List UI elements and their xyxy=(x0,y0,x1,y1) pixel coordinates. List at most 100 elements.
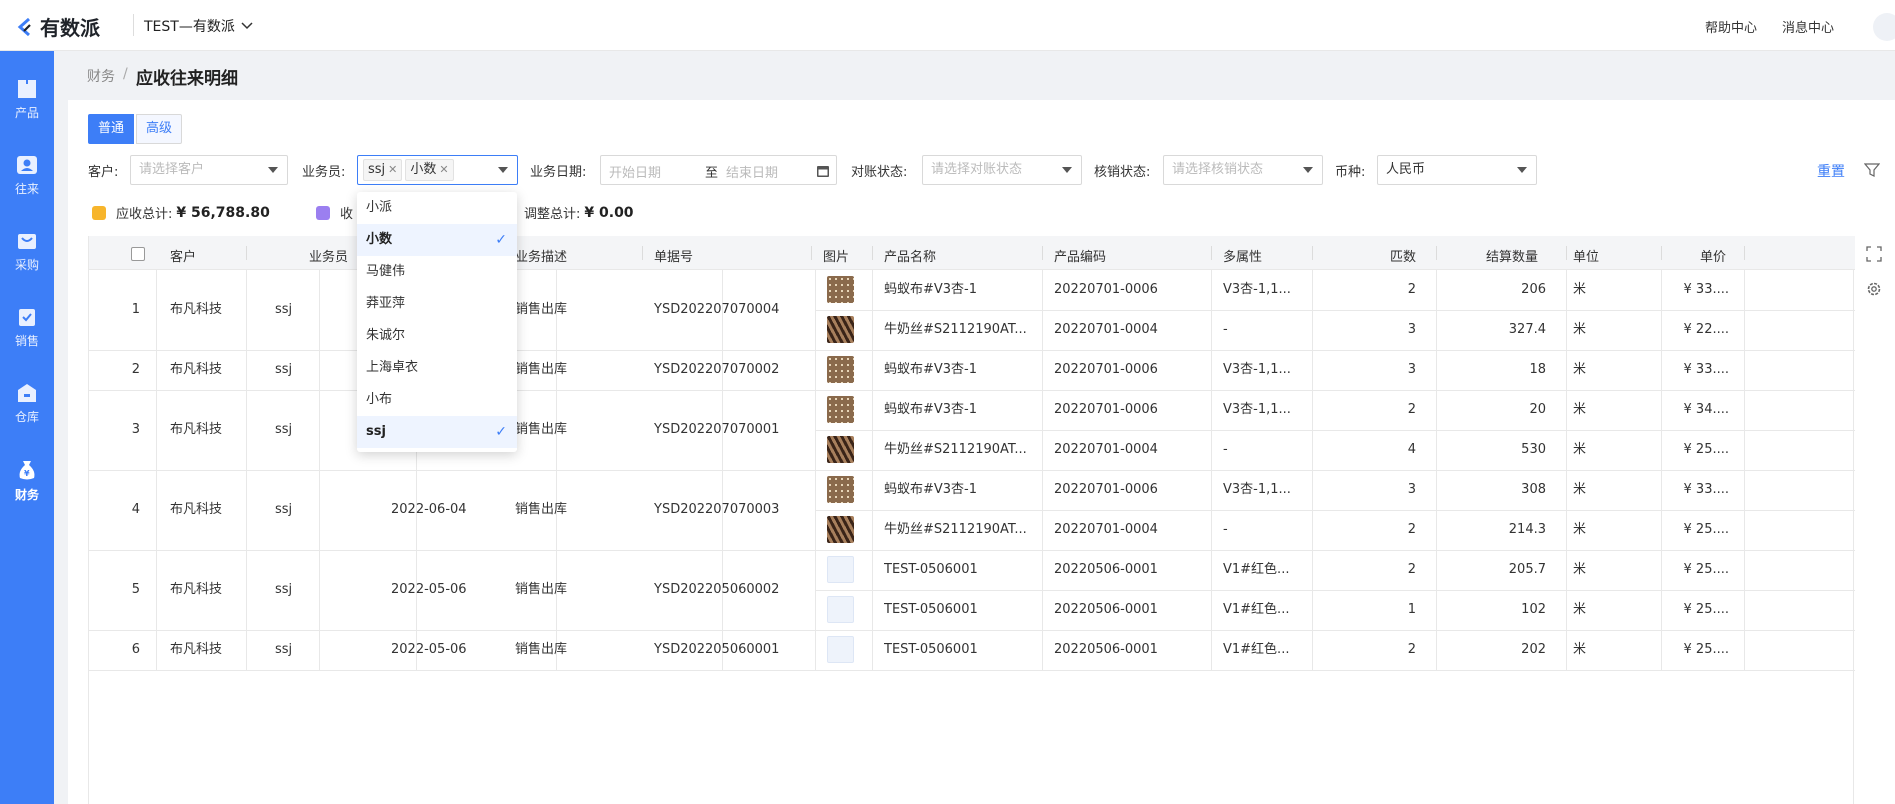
product-thumbnail[interactable] xyxy=(827,356,854,383)
column-header[interactable]: 业务员 xyxy=(309,246,348,265)
product-name-cell[interactable]: 蚂蚁布#V3杏-1 xyxy=(884,350,1034,390)
receivable-total: 应收总计: ¥ 56,788.80 xyxy=(92,203,270,222)
product-thumbnail[interactable] xyxy=(827,276,854,303)
table-header: 客户 业务员 业务描述 单据号 图片 产品名称 产品编码 多属性 匹数 结算数量… xyxy=(89,236,1855,270)
dropdown-option[interactable]: ssj ✓ xyxy=(357,416,517,448)
product-thumbnail[interactable] xyxy=(827,396,854,423)
close-icon[interactable]: ✕ xyxy=(388,163,397,176)
writeoff-status-select[interactable]: 请选择核销状态 xyxy=(1163,155,1323,185)
unit-price-cell: ¥ 22.... xyxy=(1683,322,1729,337)
adjust-total-value: ¥ 0.00 xyxy=(584,204,634,221)
product-name-cell[interactable]: 蚂蚁布#V3杏-1 xyxy=(884,270,1034,310)
document-number-cell[interactable]: YSD202205060001 xyxy=(654,630,814,670)
column-header[interactable]: 单据号 xyxy=(654,246,693,265)
salesman-select[interactable]: ssj ✕ 小数 ✕ xyxy=(357,155,518,185)
product-thumbnail[interactable] xyxy=(827,316,854,343)
dropdown-option[interactable]: 莽亚萍 xyxy=(357,288,517,320)
product-thumbnail[interactable] xyxy=(827,516,854,543)
sidebar-item-sales[interactable]: 销售 xyxy=(0,307,54,367)
document-number-cell[interactable]: YSD202207070004 xyxy=(654,290,814,330)
product-thumbnail[interactable] xyxy=(827,436,854,463)
money-bag-icon: ¥ xyxy=(19,461,35,480)
caret-down-icon xyxy=(498,167,508,173)
column-header[interactable]: 产品名称 xyxy=(884,246,936,265)
avatar[interactable] xyxy=(1873,13,1895,41)
date-range-picker[interactable]: 开始日期 至 结束日期 xyxy=(600,155,837,185)
reset-button[interactable]: 重置 xyxy=(1817,161,1845,181)
sidebar-item-finance[interactable]: ¥ 财务 xyxy=(0,459,54,519)
close-icon[interactable]: ✕ xyxy=(439,163,448,176)
product-name-cell[interactable]: 牛奶丝#S2112190AT... xyxy=(884,430,1034,470)
product-thumbnail[interactable] xyxy=(827,476,854,503)
sidebar-item-purchase[interactable]: 采购 xyxy=(0,231,54,291)
message-center-link[interactable]: 消息中心 xyxy=(1782,17,1834,36)
column-header[interactable]: 业务描述 xyxy=(515,246,567,265)
quantity-cell: 308 xyxy=(1521,482,1546,497)
product-code-cell: 20220701-0004 xyxy=(1054,522,1158,537)
end-date-input[interactable]: 结束日期 xyxy=(726,162,778,181)
customer-select[interactable]: 请选择客户 xyxy=(130,155,288,185)
column-header[interactable]: 图片 xyxy=(823,246,849,265)
pieces-cell: 2 xyxy=(1407,642,1416,657)
quantity-cell: 202 xyxy=(1521,642,1546,657)
column-header[interactable]: 单位 xyxy=(1573,246,1599,265)
app-logo[interactable]: 有数派 xyxy=(16,12,100,41)
dropdown-option[interactable]: 朱诚尔 xyxy=(357,320,517,352)
product-name-cell[interactable]: TEST-0506001 xyxy=(884,630,1034,670)
help-center-link[interactable]: 帮助中心 xyxy=(1705,17,1757,36)
column-header[interactable]: 结算数量 xyxy=(1486,246,1538,265)
product-name-cell[interactable]: 牛奶丝#S2112190AT... xyxy=(884,310,1034,350)
sidebar-item-warehouse[interactable]: 仓库 xyxy=(0,383,54,443)
unit-price-cell: ¥ 25.... xyxy=(1683,442,1729,457)
tenant-switcher[interactable]: TEST—有数派 xyxy=(144,16,253,36)
document-number-cell[interactable]: YSD202207070003 xyxy=(654,490,814,530)
product-name-cell[interactable]: 牛奶丝#S2112190AT... xyxy=(884,510,1034,550)
sidebar-item-product[interactable]: 产品 xyxy=(0,79,54,139)
salesman-dropdown: 小派 小数 ✓ 马健伟 莽亚萍 朱诚尔 上海卓衣 小布 ssj ✓ xyxy=(357,192,517,452)
dropdown-option[interactable]: 小派 xyxy=(357,192,517,224)
sidebar-item-contacts[interactable]: 往来 xyxy=(0,155,54,215)
quantity-cell: 214.3 xyxy=(1508,522,1546,537)
start-date-input[interactable]: 开始日期 xyxy=(609,162,661,181)
attributes-cell: - xyxy=(1223,522,1228,537)
column-header[interactable]: 匹数 xyxy=(1390,246,1416,265)
tab-advanced[interactable]: 高级 xyxy=(136,114,183,144)
unit-cell: 米 xyxy=(1573,602,1587,617)
column-header[interactable]: 单价 xyxy=(1700,246,1726,265)
filter-icon[interactable] xyxy=(1864,162,1880,178)
dropdown-option[interactable]: 小布 xyxy=(357,384,517,416)
document-number-cell[interactable]: YSD202205060002 xyxy=(654,570,814,610)
product-thumbnail[interactable] xyxy=(827,636,854,663)
dropdown-option[interactable]: 马健伟 xyxy=(357,256,517,288)
column-header[interactable]: 多属性 xyxy=(1223,246,1262,265)
option-label: 小派 xyxy=(366,200,393,215)
quantity-cell: 327.4 xyxy=(1508,322,1546,337)
reconcile-status-select[interactable]: 请选择对账状态 xyxy=(922,155,1082,185)
salesman-cell: ssj xyxy=(275,642,293,657)
product-name-cell[interactable]: 蚂蚁布#V3杏-1 xyxy=(884,390,1034,430)
breadcrumb-parent[interactable]: 财务 xyxy=(87,66,115,86)
dropdown-option[interactable]: 上海卓衣 xyxy=(357,352,517,384)
tag-label: ssj xyxy=(368,162,386,177)
fullscreen-icon[interactable] xyxy=(1866,246,1882,262)
product-name-cell[interactable]: 蚂蚁布#V3杏-1 xyxy=(884,470,1034,510)
option-label: 小布 xyxy=(366,392,393,407)
product-thumbnail[interactable] xyxy=(827,556,854,583)
product-name-cell[interactable]: TEST-0506001 xyxy=(884,590,1034,630)
product-name-cell[interactable]: TEST-0506001 xyxy=(884,550,1034,590)
salesman-cell: ssj xyxy=(275,582,293,597)
product-thumbnail[interactable] xyxy=(827,596,854,623)
column-header[interactable]: 客户 xyxy=(170,246,196,265)
tab-normal[interactable]: 普通 xyxy=(88,114,135,144)
document-number-cell[interactable]: YSD202207070001 xyxy=(654,410,814,450)
dropdown-option[interactable]: 小数 ✓ xyxy=(357,224,517,256)
contact-icon xyxy=(17,156,37,174)
currency-select[interactable]: 人民币 xyxy=(1377,155,1537,185)
document-number-cell[interactable]: YSD202207070002 xyxy=(654,350,814,390)
gear-icon[interactable] xyxy=(1866,281,1882,297)
quantity-cell: 530 xyxy=(1521,442,1546,457)
select-all-checkbox[interactable] xyxy=(131,247,145,261)
unit-cell: 米 xyxy=(1573,402,1587,417)
chevron-down-icon xyxy=(241,22,253,30)
column-header[interactable]: 产品编码 xyxy=(1054,246,1106,265)
